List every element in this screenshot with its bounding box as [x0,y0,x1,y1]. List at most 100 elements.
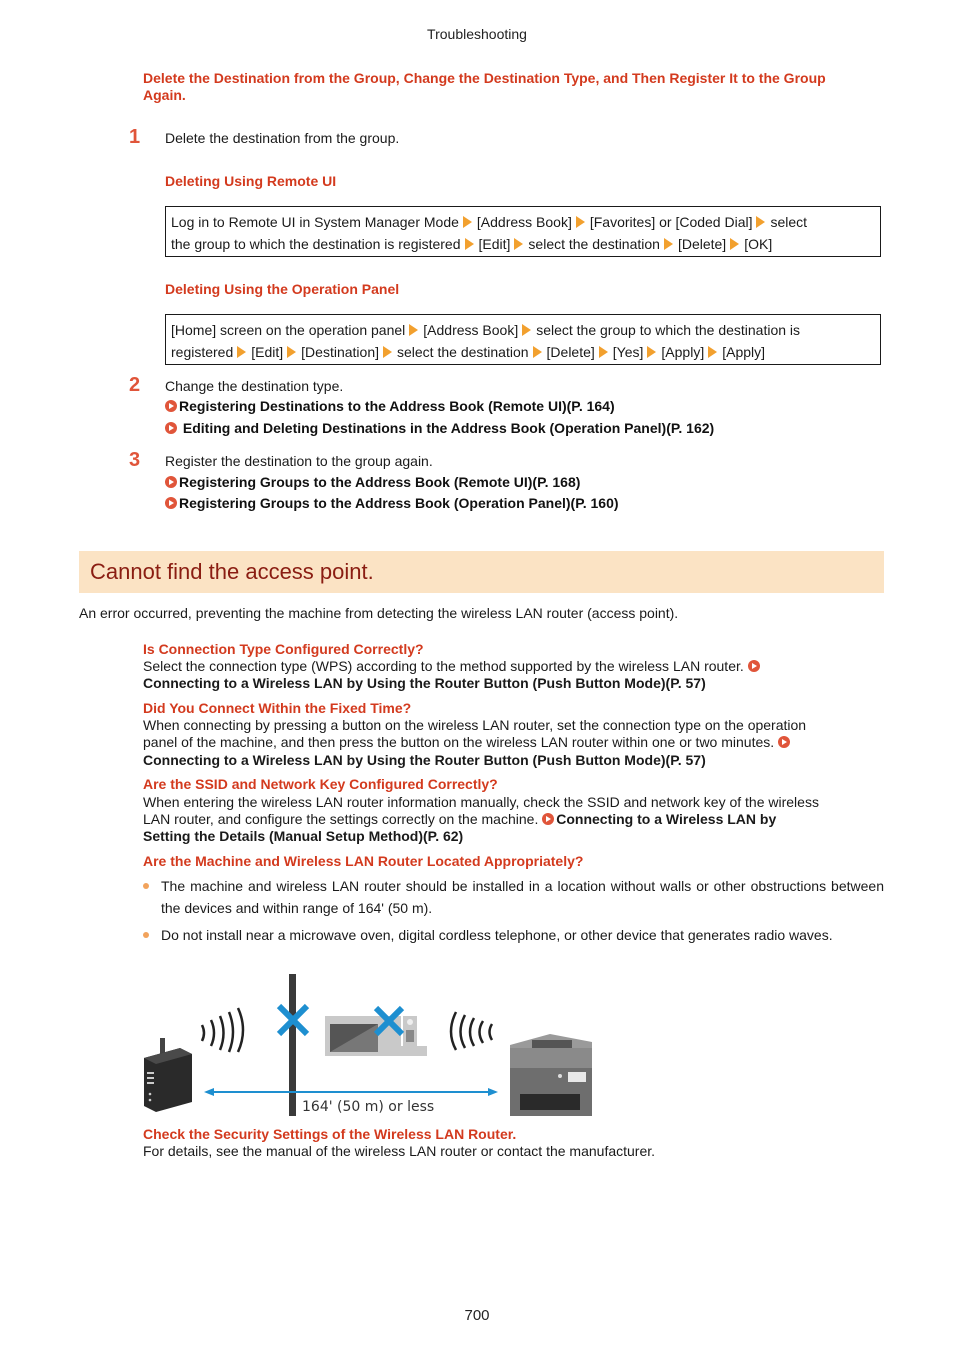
cross-reference-link[interactable]: Connecting to a Wireless LAN by Using th… [143,675,706,692]
section-banner: Cannot find the access point. [79,551,884,593]
section-intro: An error occurred, preventing the machin… [79,605,679,621]
wireless-waves-icon [200,1007,245,1053]
path-arrow-icon [575,216,585,228]
path-step: the group to which the destination is re… [171,236,461,252]
path-arrow-icon [756,216,766,228]
path-step: [Destination] [301,344,379,360]
distance-arrow-icon [204,1088,498,1096]
distance-label: 164' (50 m) or less [302,1099,435,1115]
bullet-text: The machine and wireless LAN router shou… [161,878,884,916]
link-arrow-icon [778,736,791,748]
path-arrow-icon [237,346,247,358]
path-arrow-icon [514,238,524,250]
bullet-text: Do not install near a microwave oven, di… [161,927,833,943]
path-arrow-icon [647,346,657,358]
cross-reference-link[interactable]: Registering Destinations to the Address … [165,396,615,417]
bullet-icon [143,883,149,889]
cross-reference-link[interactable]: Editing and Deleting Destinations in the… [165,418,714,439]
path-step: select the destination [397,344,529,360]
path-arrow-icon [708,346,718,358]
step-number: 1 [129,126,141,148]
path-step: [OK] [744,236,773,252]
path-step: Log in to Remote UI in System Manager Mo… [171,214,459,230]
router-icon [144,1038,192,1112]
path-step: [Edit] [478,236,511,252]
link-arrow-icon [542,813,555,825]
check-body: For details, see the manual of the wirel… [143,1143,656,1159]
path-arrow-icon [287,346,297,358]
check-body-line: When connecting by pressing a button on … [143,717,807,733]
bullet-item: Do not install near a microwave oven, di… [143,924,884,946]
path-step: [Address Book] [476,214,572,230]
subsection-title: Deleting Using Remote UI [165,173,337,189]
cross-reference-link[interactable]: Registering Groups to the Address Book (… [165,493,619,514]
path-arrow-icon [663,238,673,250]
check-question: Are the SSID and Network Key Configured … [143,776,498,792]
cordless-phone-icon [399,1016,427,1056]
link-text[interactable]: Registering Groups to the Address Book (… [179,474,580,490]
cross-reference-link[interactable]: Setting the Details (Manual Setup Method… [143,828,463,845]
link-text[interactable]: Registering Groups to the Address Book (… [179,495,619,511]
path-arrow-icon [383,346,392,358]
cross-reference-link[interactable]: Connecting to a Wireless LAN by [556,811,776,827]
check-question: Did You Connect Within the Fixed Time? [143,700,412,716]
check-body-text: LAN router, and configure the settings c… [143,811,539,827]
cross-reference-link[interactable]: Registering Groups to the Address Book (… [165,472,580,493]
path-arrow-icon [462,216,472,228]
path-arrow-icon [730,238,740,250]
path-step: [Edit] [251,344,284,360]
check-body-line: When entering the wireless LAN router in… [143,794,819,810]
link-arrow-icon [165,400,177,412]
cross-reference-link[interactable]: Connecting to a Wireless LAN by Using th… [143,752,706,769]
link-arrow-icon [165,497,177,509]
check-question: Is Connection Type Configured Correctly? [143,641,424,657]
subsection-title: Deleting Using the Operation Panel [165,281,400,297]
bullet-icon [143,932,149,938]
page-number: 700 [464,1307,490,1324]
path-step: registered [171,344,234,360]
check-question: Are the Machine and Wireless LAN Router … [143,853,584,869]
bullet-item: The machine and wireless LAN router shou… [143,875,884,919]
step-text: Delete the destination from the group. [165,130,400,146]
link-arrow-icon [165,476,177,488]
wireless-waves-icon [449,1011,494,1051]
path-arrow-icon [409,324,419,336]
check-body: Select the connection type (WPS) accordi… [143,658,762,675]
path-step: [Apply] [661,344,705,360]
path-arrow-icon [464,238,474,250]
section-heading: Delete the Destination from the Group, C… [143,70,826,103]
check-body: panel of the machine, and then press the… [143,734,792,751]
path-step: [Address Book] [423,322,519,338]
path-step: [Favorites] or [Coded Dial] [589,214,753,230]
step-number: 3 [129,449,141,471]
path-step: [Apply] [722,344,766,360]
path-step: select [770,214,808,230]
path-arrow-icon [598,346,608,358]
banner-title: Cannot find the access point. [90,559,374,584]
path-step: select the group to which the destinatio… [536,322,801,338]
check-body-text: Select the connection type (WPS) accordi… [143,658,744,674]
check-question: Check the Security Settings of the Wirel… [143,1126,517,1142]
step-text: Change the destination type. [165,378,344,394]
running-header: Troubleshooting [427,26,527,42]
check-body: LAN router, and configure the settings c… [143,811,776,828]
link-text[interactable]: Editing and Deleting Destinations in the… [179,420,714,436]
link-text[interactable]: Registering Destinations to the Address … [179,398,615,414]
path-step: [Delete] [677,236,727,252]
path-arrow-icon [522,324,532,336]
path-step: [Delete] [546,344,595,360]
procedure-box-operation-panel: [Home] screen on the operation panel [Add… [165,314,881,365]
path-step: [Yes] [612,344,644,360]
path-arrow-icon [532,346,542,358]
step-number: 2 [129,374,141,396]
step-text: Register the destination to the group ag… [165,453,433,469]
wall-icon [289,974,296,1116]
placement-illustration: 164' (50 m) or less [140,970,600,1120]
link-arrow-icon [747,660,760,672]
path-step: select the destination [528,236,660,252]
path-step: [Home] screen on the operation panel [171,322,406,338]
procedure-box-remote-ui: Log in to Remote UI in System Manager Mo… [165,206,881,257]
printer-icon [510,1034,592,1116]
link-arrow-icon [165,422,177,434]
check-body-text: panel of the machine, and then press the… [143,734,775,750]
